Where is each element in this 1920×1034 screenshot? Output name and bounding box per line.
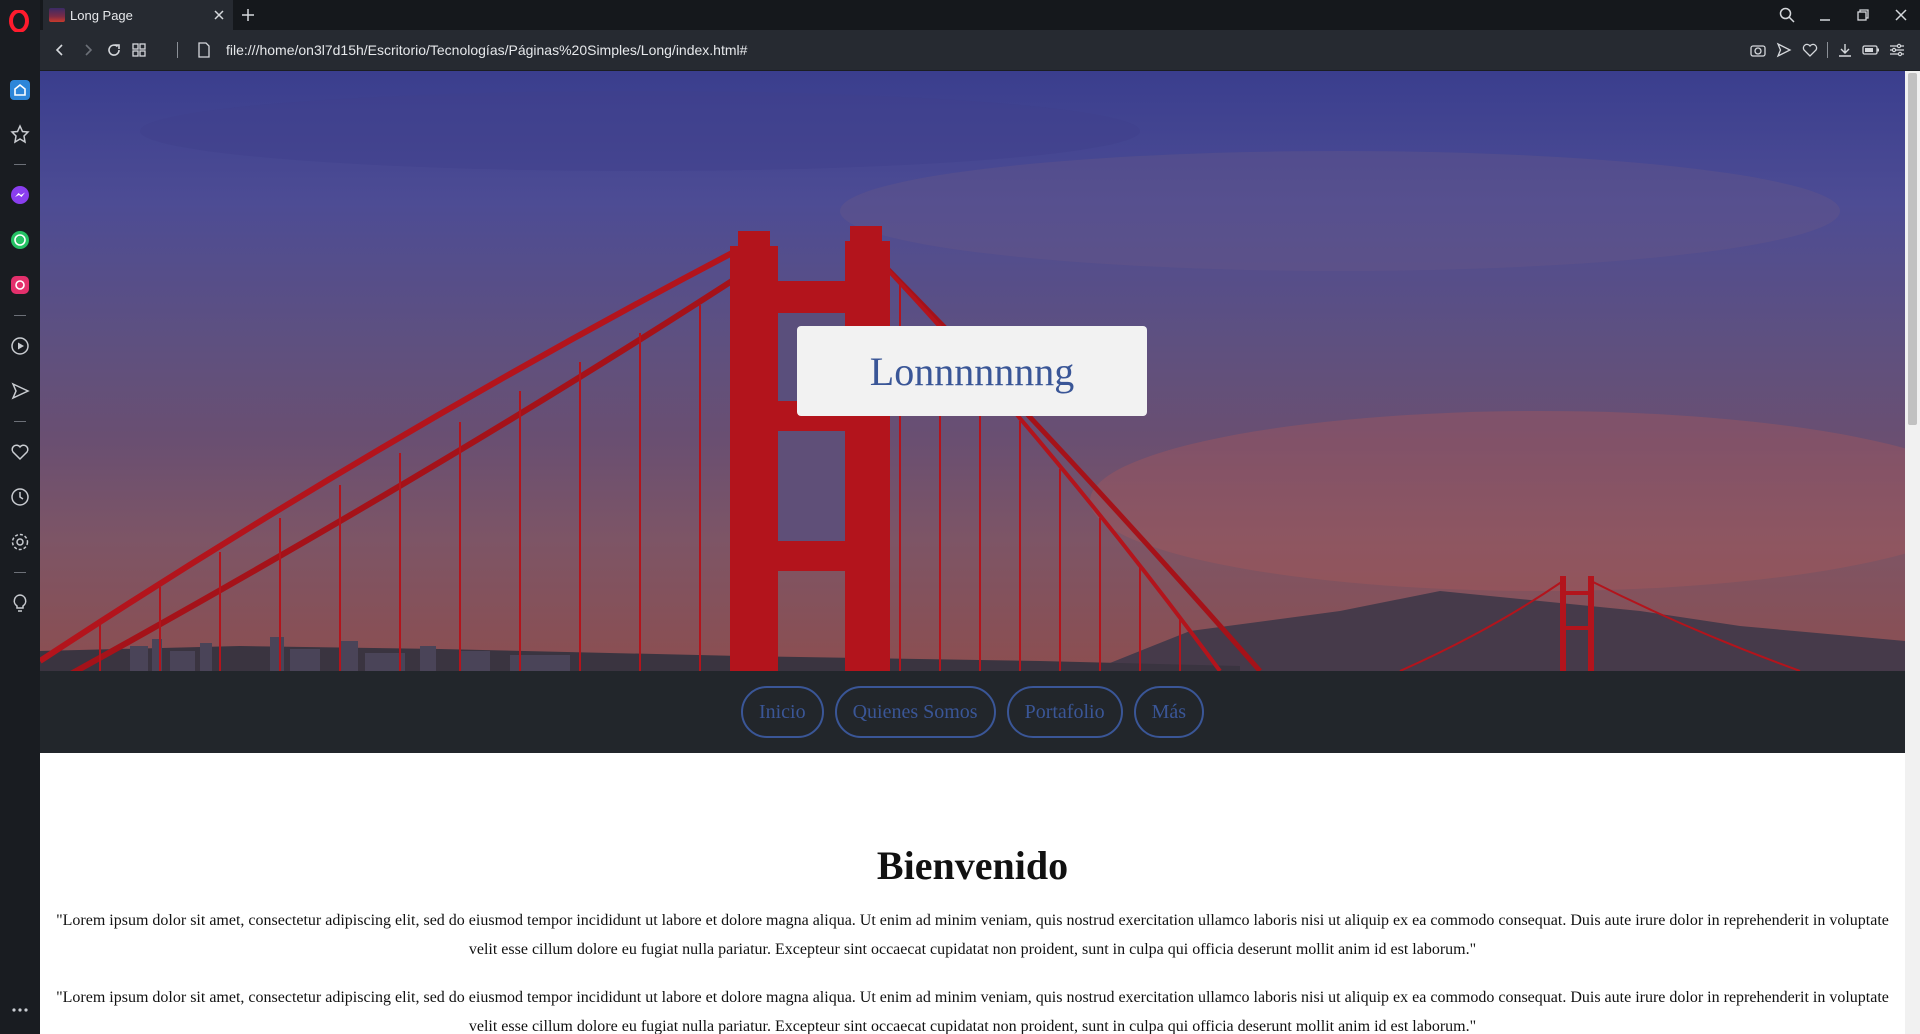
tips-lightbulb-icon[interactable] xyxy=(8,591,32,615)
browser-sidebar xyxy=(0,0,40,1034)
close-tab-icon[interactable] xyxy=(209,5,229,25)
address-bar: file:///home/on3l7d15h/Escritorio/Tecnol… xyxy=(40,30,1920,71)
sidebar-divider xyxy=(14,572,26,573)
bookmark-heart-icon[interactable] xyxy=(1797,38,1823,62)
hero-title-card: Lonnnnnnng xyxy=(797,326,1147,416)
sidebar-divider xyxy=(14,164,26,165)
url-field[interactable]: file:///home/on3l7d15h/Escritorio/Tecnol… xyxy=(226,30,747,70)
flow-icon[interactable] xyxy=(8,379,32,403)
back-icon[interactable] xyxy=(48,38,72,62)
tab-title: Long Page xyxy=(70,7,133,23)
opera-logo-icon[interactable] xyxy=(8,10,30,32)
page-scrollbar[interactable] xyxy=(1905,71,1920,1034)
player-icon[interactable] xyxy=(8,334,32,358)
main-navigation: Inicio Quienes Somos Portafolio Más xyxy=(40,671,1905,753)
sidebar-divider xyxy=(14,315,26,316)
nav-mas[interactable]: Más xyxy=(1133,686,1205,738)
nav-portafolio[interactable]: Portafolio xyxy=(1006,686,1123,738)
whatsapp-icon[interactable] xyxy=(8,228,32,252)
new-tab-plus-icon[interactable] xyxy=(237,4,259,26)
bookmarks-icon[interactable] xyxy=(8,122,32,146)
page-viewport: Lonnnnnnng Inicio Quienes Somos Portafol… xyxy=(40,71,1905,1034)
paragraph: "Lorem ipsum dolor sit amet, consectetur… xyxy=(56,912,1889,958)
settings-icon[interactable] xyxy=(8,530,32,554)
address-divider xyxy=(1827,42,1828,58)
tab-long-page[interactable]: Long Page xyxy=(43,0,233,30)
tab-bar: Long Page xyxy=(40,0,1920,30)
address-bar-actions xyxy=(1745,38,1910,62)
battery-saver-icon[interactable] xyxy=(1858,38,1884,62)
downloads-icon[interactable] xyxy=(1832,38,1858,62)
paragraph: "Lorem ipsum dolor sit amet, consectetur… xyxy=(56,989,1889,1034)
close-window-icon[interactable] xyxy=(1882,0,1920,30)
sidebar-divider xyxy=(14,421,26,422)
send-to-flow-icon[interactable] xyxy=(1771,38,1797,62)
page-favicon-icon xyxy=(49,8,65,22)
easy-setup-icon[interactable] xyxy=(1884,38,1910,62)
scrollbar-thumb[interactable] xyxy=(1908,73,1917,425)
nav-inicio[interactable]: Inicio xyxy=(740,686,824,738)
section-heading: Bienvenido xyxy=(876,843,1069,888)
reload-icon[interactable] xyxy=(102,38,126,62)
nav-quienes-somos[interactable]: Quienes Somos xyxy=(834,686,996,738)
restore-icon[interactable] xyxy=(1844,0,1882,30)
hero-title: Lonnnnnnng xyxy=(869,348,1075,394)
history-icon[interactable] xyxy=(8,485,32,509)
address-divider xyxy=(177,42,178,58)
tab-grid-icon[interactable] xyxy=(127,38,151,62)
search-tabs-icon[interactable] xyxy=(1768,0,1806,30)
minimize-icon[interactable] xyxy=(1806,0,1844,30)
window-controls xyxy=(1768,0,1920,30)
hero-banner: Lonnnnnnng xyxy=(40,71,1905,671)
snapshot-camera-icon[interactable] xyxy=(1745,38,1771,62)
messenger-icon[interactable] xyxy=(8,183,32,207)
instagram-icon[interactable] xyxy=(8,273,32,297)
file-page-icon[interactable] xyxy=(194,40,214,60)
my-flow-heart-icon[interactable] xyxy=(8,440,32,464)
forward-icon[interactable] xyxy=(76,38,100,62)
home-icon[interactable] xyxy=(8,78,32,102)
more-icon[interactable] xyxy=(8,998,32,1022)
